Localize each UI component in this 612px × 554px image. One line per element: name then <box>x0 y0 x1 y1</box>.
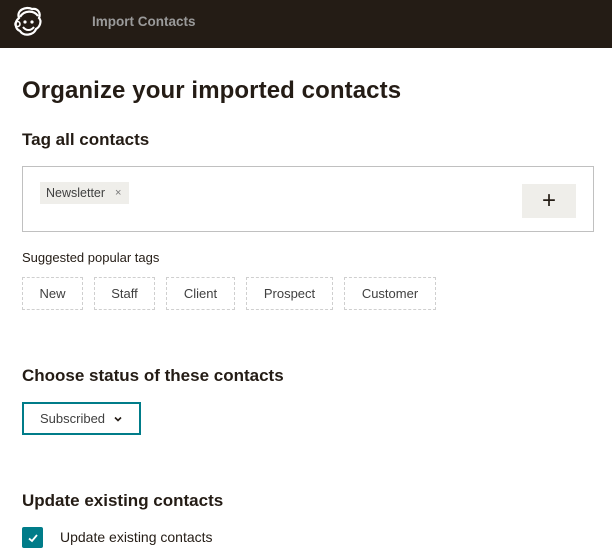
tag-input-box[interactable]: Newsletter × + <box>22 166 594 232</box>
suggested-tags-label: Suggested popular tags <box>22 250 160 265</box>
update-existing-label[interactable]: Update existing contacts <box>60 529 213 545</box>
chevron-down-icon <box>114 416 122 422</box>
page-title: Organize your imported contacts <box>22 77 402 104</box>
suggested-tag-new[interactable]: New <box>22 277 83 310</box>
tag-chip-label: Newsletter <box>46 186 106 200</box>
status-section-title: Choose status of these contacts <box>22 366 284 385</box>
status-selected-value: Subscribed <box>40 411 106 426</box>
status-dropdown[interactable]: Subscribed <box>22 402 141 435</box>
plus-icon: + <box>541 187 556 214</box>
close-icon[interactable]: × <box>115 187 121 199</box>
suggested-tag-prospect[interactable]: Prospect <box>246 277 333 310</box>
topbar-title: Import Contacts <box>92 14 196 29</box>
suggested-tags-list: New Staff Client Prospect Customer <box>22 277 436 310</box>
mailchimp-logo-icon[interactable] <box>10 4 46 40</box>
suggested-tag-client[interactable]: Client <box>166 277 235 310</box>
add-tag-button[interactable]: + <box>522 184 576 218</box>
update-existing-checkbox[interactable] <box>22 527 43 548</box>
checkmark-icon <box>27 533 38 542</box>
suggested-tag-customer[interactable]: Customer <box>344 277 436 310</box>
update-section-title: Update existing contacts <box>22 491 224 510</box>
suggested-tag-staff[interactable]: Staff <box>94 277 155 310</box>
tag-chip: Newsletter × <box>40 182 130 204</box>
top-bar: Import Contacts <box>0 0 612 48</box>
tag-section-title: Tag all contacts <box>22 130 150 149</box>
